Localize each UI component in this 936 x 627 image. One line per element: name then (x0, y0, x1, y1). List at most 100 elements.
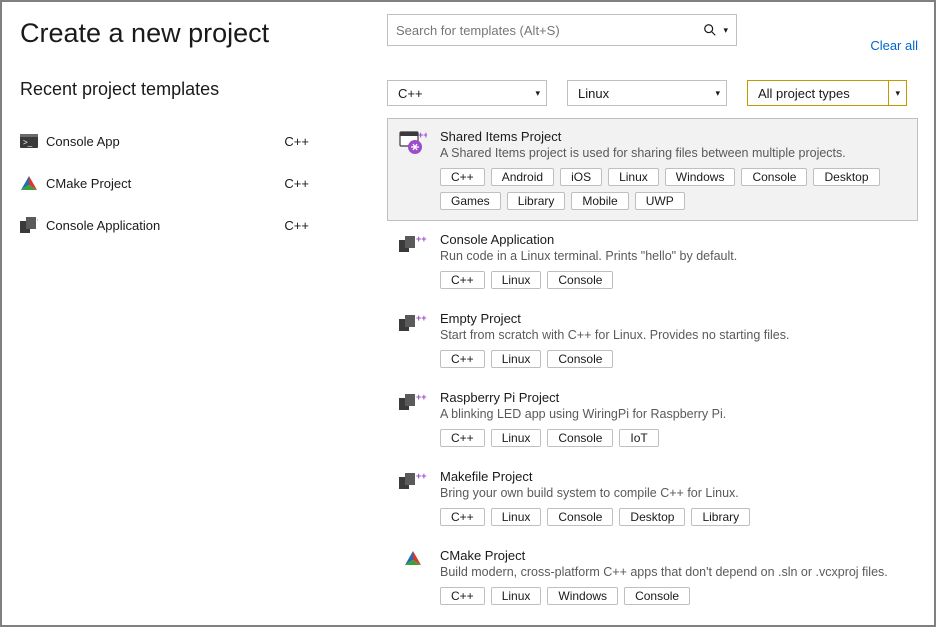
filter-language-label: C++ (398, 86, 423, 101)
svg-text:++: ++ (416, 392, 427, 402)
template-tag: Console (547, 508, 613, 526)
chevron-down-icon: ▾ (895, 88, 900, 99)
linux-console-icon: ++ (398, 390, 428, 447)
template-tag: C++ (440, 350, 485, 368)
svg-text:++: ++ (37, 215, 38, 225)
left-column: Create a new project Recent project temp… (2, 2, 387, 625)
console-icon: >_ (20, 133, 38, 149)
template-tags: C++ Linux Console (440, 271, 907, 289)
template-tags: C++ Android iOS Linux Windows Console Desktop G… (440, 168, 907, 210)
recent-item-name: Console Application (46, 218, 284, 233)
filters-row: C++ ▾ Linux ▾ All project types ▾ (387, 80, 922, 106)
template-tag: Console (741, 168, 807, 186)
filter-platform[interactable]: Linux ▾ (567, 80, 727, 106)
template-tag: Console (624, 587, 690, 605)
clear-all-link[interactable]: Clear all (870, 38, 918, 53)
template-title: Empty Project (440, 311, 907, 326)
search-box[interactable]: ▾ (387, 14, 737, 46)
linux-console-icon: ++ (20, 217, 38, 233)
template-desc: Bring your own build system to compile C… (440, 486, 907, 500)
filter-project-type[interactable]: All project types ▾ (747, 80, 907, 106)
recent-item[interactable]: ++ Console ApplicationC++ (20, 204, 369, 246)
templates-list: ++ Shared Items Project A Shared Items pro… (387, 118, 922, 613)
template-tag: C++ (440, 168, 485, 186)
chevron-down-icon: ▾ (535, 88, 540, 99)
template-title: CMake Project (440, 548, 907, 563)
template-title: Shared Items Project (440, 129, 907, 144)
recent-templates-title: Recent project templates (20, 79, 369, 100)
recent-item-name: CMake Project (46, 176, 284, 191)
svg-text:>_: >_ (23, 138, 33, 147)
template-tag: Console (547, 429, 613, 447)
filter-platform-label: Linux (578, 86, 609, 101)
template-tag: C++ (440, 429, 485, 447)
template-tag: Linux (491, 350, 542, 368)
template-tag: Linux (491, 271, 542, 289)
template-tag: Windows (547, 587, 618, 605)
template-tags: C++ Linux Console (440, 350, 907, 368)
template-tag: Library (691, 508, 750, 526)
template-tags: C++ Linux Console Desktop Library (440, 508, 907, 526)
right-column: ▾ Clear all C++ ▾ Linux ▾ All project ty… (387, 2, 934, 625)
linux-console-icon: ++ (398, 469, 428, 526)
template-tag: iOS (560, 168, 602, 186)
template-item[interactable]: CMake Project Build modern, cross-platfor… (387, 537, 918, 613)
filter-language[interactable]: C++ ▾ (387, 80, 547, 106)
template-tag: Desktop (619, 508, 685, 526)
template-item[interactable]: ++ Console Application Run code in a Linux… (387, 221, 918, 300)
cmake-icon (20, 175, 38, 191)
svg-text:++: ++ (416, 471, 427, 481)
page-title: Create a new project (20, 18, 369, 49)
svg-text:++: ++ (416, 234, 427, 244)
recent-list: >_Console AppC++CMake ProjectC++++Consol… (20, 120, 369, 246)
template-title: Console Application (440, 232, 907, 247)
template-tag: UWP (635, 192, 685, 210)
template-tag: Linux (491, 508, 542, 526)
recent-item[interactable]: CMake ProjectC++ (20, 162, 369, 204)
template-item[interactable]: ++ Makefile Project Bring your own build s… (387, 458, 918, 537)
template-item[interactable]: ++ Raspberry Pi Project A blinking LED app… (387, 379, 918, 458)
recent-item-lang: C++ (284, 134, 369, 149)
template-tag: Desktop (813, 168, 879, 186)
template-tag: Android (491, 168, 554, 186)
template-title: Raspberry Pi Project (440, 390, 907, 405)
template-tag: Library (507, 192, 566, 210)
linux-console-icon: ++ (398, 232, 428, 289)
recent-item-lang: C++ (284, 218, 369, 233)
search-input[interactable] (396, 23, 699, 38)
template-item[interactable]: ++ Empty Project Start from scratch with C… (387, 300, 918, 379)
template-tag: C++ (440, 271, 485, 289)
recent-item[interactable]: >_ Console AppC++ (20, 120, 369, 162)
template-desc: A blinking LED app using WiringPi for Ra… (440, 407, 907, 421)
recent-item-lang: C++ (284, 176, 369, 191)
template-tag: IoT (619, 429, 658, 447)
template-desc: Run code in a Linux terminal. Prints "he… (440, 249, 907, 263)
filter-project-type-label: All project types (758, 86, 850, 101)
template-tag: Windows (665, 168, 736, 186)
template-tag: C++ (440, 508, 485, 526)
search-icon[interactable] (699, 23, 721, 37)
template-tag: C++ (440, 587, 485, 605)
template-tag: Linux (608, 168, 659, 186)
template-desc: Build modern, cross-platform C++ apps th… (440, 565, 907, 579)
template-tag: Console (547, 350, 613, 368)
template-item[interactable]: ++ Shared Items Project A Shared Items pro… (387, 118, 918, 221)
svg-text:++: ++ (416, 313, 427, 323)
chevron-down-icon: ▾ (715, 88, 720, 99)
template-desc: A Shared Items project is used for shari… (440, 146, 907, 160)
template-tag: Games (440, 192, 501, 210)
template-tag: Console (547, 271, 613, 289)
template-tag: Mobile (571, 192, 628, 210)
template-tag: Linux (491, 587, 542, 605)
template-tags: C++ Linux Windows Console (440, 587, 907, 605)
template-tag: Linux (491, 429, 542, 447)
template-title: Makefile Project (440, 469, 907, 484)
shared-items-icon: ++ (398, 129, 428, 210)
svg-text:++: ++ (418, 131, 427, 140)
template-tags: C++ Linux Console IoT (440, 429, 907, 447)
template-desc: Start from scratch with C++ for Linux. P… (440, 328, 907, 342)
linux-console-icon: ++ (398, 311, 428, 368)
cmake-icon (398, 548, 428, 605)
search-dropdown-arrow[interactable]: ▾ (721, 25, 730, 36)
recent-item-name: Console App (46, 134, 284, 149)
